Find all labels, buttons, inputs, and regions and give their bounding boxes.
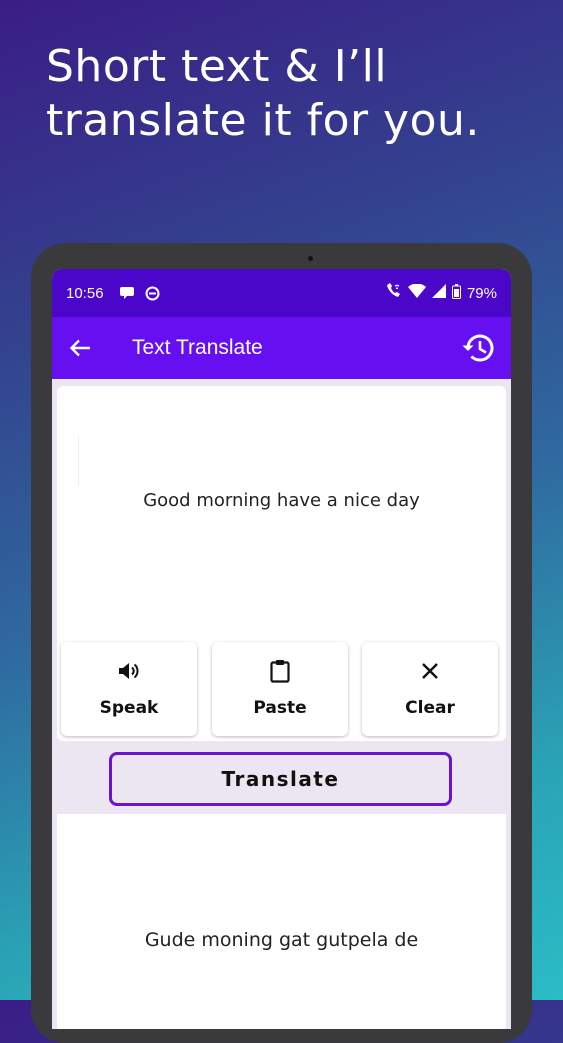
history-button[interactable] [461, 333, 495, 363]
clear-button[interactable]: Clear [362, 642, 498, 736]
arrow-left-icon [69, 339, 90, 357]
app-bar: Text Translate [52, 317, 511, 379]
translated-text: Gude moning gat gutpela de [144, 929, 419, 951]
clipboard-icon [270, 658, 290, 684]
promo-headline-line2: translate it for you. [46, 95, 480, 146]
text-cursor [78, 436, 79, 486]
tablet-frame: 10:56 79% Text Translate Good morning ha… [31, 243, 532, 1043]
action-buttons: Speak Paste Clear [61, 642, 501, 738]
wifi-icon [407, 283, 426, 302]
wifi-calling-icon [384, 283, 402, 303]
promo-headline-line1: Short text & I’ll [46, 41, 388, 92]
translate-button[interactable]: Translate [109, 752, 452, 806]
translation-output: Gude moning gat gutpela de [57, 814, 506, 1029]
history-icon [462, 334, 494, 362]
app-notification-icon [145, 286, 160, 301]
cell-signal-icon [431, 284, 446, 302]
app-screen: 10:56 79% Text Translate Good morning ha… [52, 269, 511, 1029]
translate-label: Translate [221, 767, 340, 791]
close-icon [421, 658, 439, 684]
paste-label: Paste [253, 698, 307, 718]
promo-headline: Short text & I’ll translate it for you. [46, 40, 546, 148]
chat-notification-icon [119, 286, 136, 300]
status-bar: 10:56 79% [52, 269, 511, 317]
speaker-icon [118, 658, 140, 684]
battery-icon [451, 283, 461, 303]
paste-button[interactable]: Paste [212, 642, 348, 736]
page-title: Text Translate [132, 336, 263, 359]
speak-label: Speak [99, 698, 159, 718]
speak-button[interactable]: Speak [61, 642, 197, 736]
clear-label: Clear [405, 698, 455, 718]
status-time: 10:56 [66, 284, 104, 302]
battery-percent: 79% [466, 284, 497, 302]
source-text: Good morning have a nice day [143, 490, 420, 511]
back-button[interactable] [52, 339, 108, 357]
front-camera [308, 256, 313, 261]
status-right-group: 79% [384, 283, 497, 303]
